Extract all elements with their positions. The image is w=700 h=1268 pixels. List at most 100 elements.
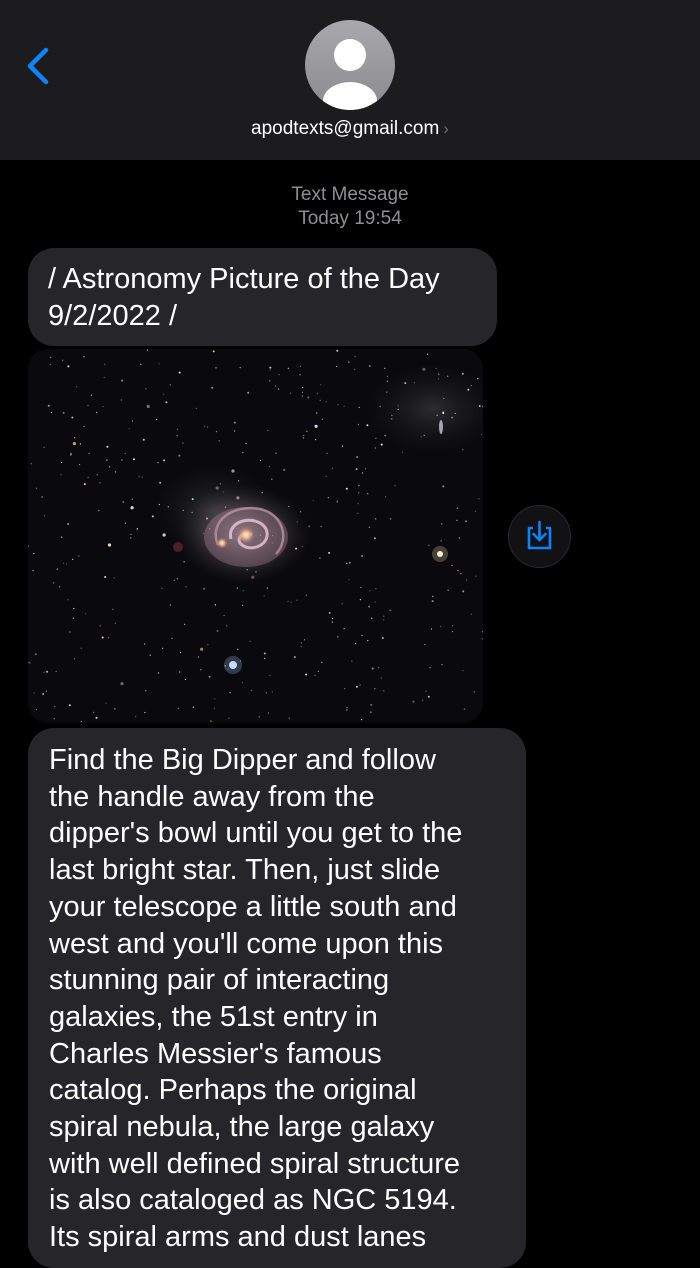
star — [466, 579, 468, 581]
star — [370, 703, 373, 706]
star — [301, 391, 303, 393]
star — [470, 613, 472, 615]
star — [331, 617, 334, 620]
contact-avatar[interactable] — [305, 20, 395, 110]
star — [473, 691, 475, 693]
star — [131, 498, 133, 500]
star — [266, 587, 268, 589]
back-button[interactable] — [22, 44, 58, 88]
star — [163, 459, 166, 462]
star — [321, 418, 323, 420]
star — [343, 628, 345, 630]
save-image-button[interactable] — [508, 505, 571, 568]
star — [99, 482, 101, 484]
save-to-photos-icon — [527, 520, 552, 550]
star — [380, 677, 382, 679]
star — [237, 648, 239, 650]
star — [374, 688, 376, 690]
star — [162, 647, 164, 649]
star — [465, 520, 467, 523]
star — [114, 622, 116, 624]
star — [54, 706, 56, 708]
star — [391, 414, 393, 416]
star — [72, 558, 74, 560]
star — [103, 376, 105, 379]
star — [46, 670, 49, 673]
star — [368, 365, 371, 367]
star — [50, 411, 53, 414]
star — [67, 365, 70, 368]
star — [303, 639, 306, 641]
star — [165, 401, 168, 404]
conversation-header: apodtexts@gmail.com › — [0, 0, 700, 160]
star — [436, 414, 438, 416]
star — [355, 685, 358, 688]
star — [327, 497, 329, 499]
star — [43, 515, 45, 517]
star — [144, 711, 146, 714]
star — [185, 586, 187, 588]
star — [62, 411, 65, 414]
star — [361, 555, 364, 557]
star — [93, 711, 95, 713]
star — [242, 452, 244, 454]
star — [96, 474, 98, 476]
star — [385, 496, 387, 498]
star — [83, 483, 86, 486]
star — [306, 430, 308, 432]
star — [68, 704, 71, 707]
star — [277, 388, 280, 390]
star — [454, 412, 456, 415]
star — [124, 452, 126, 455]
image-attachment[interactable] — [28, 349, 483, 723]
star — [108, 637, 110, 639]
star — [60, 474, 62, 476]
star — [176, 434, 178, 437]
star — [79, 463, 81, 466]
star — [452, 625, 454, 627]
message-bubble[interactable]: / Astronomy Picture of the Day 9/2/2022 … — [28, 248, 497, 346]
star — [62, 359, 64, 361]
star — [56, 568, 58, 570]
star — [178, 371, 181, 374]
star — [90, 394, 92, 396]
star — [178, 454, 181, 457]
star — [182, 442, 184, 444]
star — [43, 446, 45, 448]
star — [70, 454, 72, 456]
star — [171, 637, 173, 639]
star — [442, 411, 444, 413]
star — [161, 587, 163, 589]
contact-name-row[interactable]: apodtexts@gmail.com › — [0, 118, 700, 140]
star — [101, 636, 104, 639]
star — [65, 563, 68, 565]
star — [47, 404, 50, 407]
star — [381, 637, 384, 639]
star — [354, 369, 356, 371]
star — [203, 587, 206, 590]
star — [383, 690, 385, 692]
star — [176, 578, 178, 580]
star — [373, 537, 376, 540]
message-bubble[interactable]: Find the Big Dipper and follow the handl… — [28, 728, 526, 1268]
star — [78, 555, 80, 557]
star — [462, 590, 465, 593]
star — [41, 496, 43, 498]
star — [269, 674, 271, 677]
star — [441, 664, 443, 666]
star — [106, 459, 108, 461]
star — [242, 590, 244, 592]
star — [146, 349, 149, 351]
star — [167, 506, 169, 508]
star — [375, 588, 377, 590]
star — [216, 630, 219, 632]
star — [443, 397, 445, 400]
star — [432, 595, 434, 597]
star — [158, 503, 160, 506]
star — [478, 498, 480, 500]
star — [456, 519, 458, 521]
star — [317, 670, 319, 672]
star — [130, 506, 134, 510]
star — [264, 657, 266, 659]
star — [214, 698, 216, 700]
